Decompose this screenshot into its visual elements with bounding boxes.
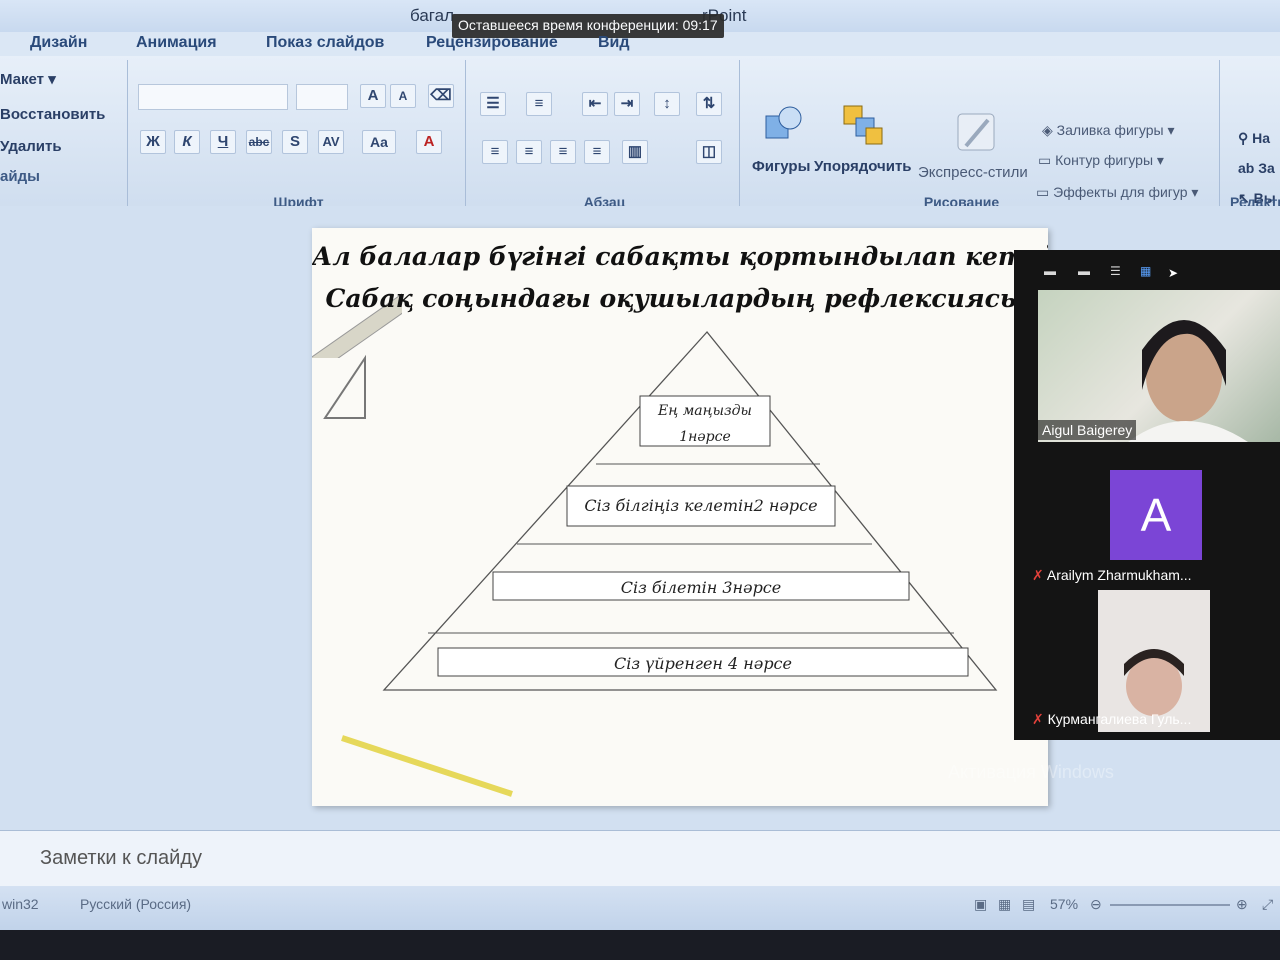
increase-indent-icon[interactable]: ⇥ (614, 92, 640, 116)
shrink-font-button[interactable]: A (390, 84, 416, 108)
video-toolbar: ▬ ▬ ☰ ▦ ➤ (1014, 250, 1280, 290)
align-left-icon[interactable]: ≡ (482, 140, 508, 164)
justify-icon[interactable]: ≡ (584, 140, 610, 164)
video-panel: ▬ ▬ ☰ ▦ ➤ Aigul Baigerey A ✗ Arailym Zha… (1014, 250, 1280, 740)
grow-font-button[interactable]: A (360, 84, 386, 108)
participant-name-1: Aigul Baigerey (1038, 420, 1137, 440)
tab-slideshow[interactable]: Показ слайдов (266, 34, 384, 52)
pyramid-level-4: Сіз үйренген 4 нәрсе (614, 654, 792, 673)
participant-avatar-2: A (1110, 470, 1202, 560)
clear-format-icon[interactable]: ⌫ (428, 84, 454, 108)
arrange-button[interactable]: Упорядочить (814, 158, 912, 175)
decrease-indent-icon[interactable]: ⇤ (582, 92, 608, 116)
tab-animation[interactable]: Анимация (136, 34, 217, 52)
char-spacing-button[interactable]: AV (318, 130, 344, 154)
participant-name-2: ✗ Arailym Zharmukham... (1032, 567, 1192, 583)
font-color-button[interactable]: A (416, 130, 442, 154)
shapes-button[interactable]: Фигуры (752, 158, 810, 175)
paragraph-group: ☰ ≡ ⇤ ⇥ ↕ ⇅ ≡ ≡ ≡ ≡ ▥ ◫ Абзац (470, 60, 740, 218)
layout-button[interactable]: Макет ▾ (0, 70, 56, 88)
pyramid-level-2: Сіз білгіңіз келетін2 нәрсе (584, 496, 818, 515)
shape-fill-button[interactable]: ◈ Заливка фигуры ▾ (1042, 122, 1175, 139)
shapes-icon[interactable] (760, 102, 806, 148)
columns-icon[interactable]: ▥ (622, 140, 648, 164)
strikethrough-button[interactable]: abc (246, 130, 272, 154)
bullets-icon[interactable]: ☰ (480, 92, 506, 116)
slides-group: Макет ▾ Восстановить Удалить айды (0, 60, 128, 218)
tab-design[interactable]: Дизайн (30, 34, 87, 52)
quick-styles-button[interactable]: Экспресс-стили (918, 164, 1028, 181)
font-name-select[interactable] (138, 84, 288, 110)
slide-sorter-icon[interactable]: ▦ (998, 896, 1011, 913)
find-button[interactable]: ⚲ На (1238, 130, 1270, 147)
numbering-icon[interactable]: ≡ (526, 92, 552, 116)
zoom-out-icon[interactable]: ⊖ (1090, 896, 1102, 913)
delete-button[interactable]: Удалить (0, 138, 62, 155)
reset-button[interactable]: Восстановить (0, 106, 105, 123)
notes-pane[interactable]: Заметки к слайду (0, 830, 1280, 886)
participant-name-3: ✗ Курмангалиева Гуль... (1032, 711, 1192, 727)
quick-styles-icon[interactable] (954, 110, 1000, 156)
status-bar: win32 Русский (Россия) ▣ ▦ ▤ 57% ⊖ ⊕ ⤢ (0, 886, 1280, 930)
single-view-icon[interactable]: ▬ (1078, 264, 1090, 278)
smartart-icon[interactable]: ◫ (696, 140, 722, 164)
notes-placeholder: Заметки к слайду (40, 847, 202, 869)
zoom-in-icon[interactable]: ⊕ (1236, 896, 1248, 913)
zoom-slider[interactable] (1110, 904, 1230, 906)
bold-button[interactable]: Ж (140, 130, 166, 154)
tab-view[interactable]: Вид (598, 34, 630, 52)
screen: багал rPoint Оставшееся время конференции… (0, 0, 1280, 930)
pyramid-level-3: Сіз білетін 3нәрсе (620, 578, 782, 597)
font-size-select[interactable] (296, 84, 348, 110)
font-group: A A ⌫ Ж К Ч abc S AV Aa A Шрифт (132, 60, 466, 218)
mic-off-icon: ✗ (1032, 567, 1044, 583)
align-center-icon[interactable]: ≡ (516, 140, 542, 164)
change-case-button[interactable]: Aa (362, 130, 396, 154)
ribbon: Макет ▾ Восстановить Удалить айды A A ⌫ … (0, 56, 1280, 224)
participant-tile-2[interactable]: A ✗ Arailym Zharmukham... (1028, 448, 1280, 588)
grid-view-icon[interactable]: ▦ (1140, 264, 1151, 278)
arrange-icon[interactable] (840, 102, 886, 148)
align-right-icon[interactable]: ≡ (550, 140, 576, 164)
list-view-icon[interactable]: ☰ (1110, 264, 1121, 278)
status-language[interactable]: Русский (Россия) (80, 896, 191, 912)
mouse-cursor-icon: ➤ (1168, 266, 1179, 280)
pyramid-diagram (382, 330, 998, 691)
slides-group-label: айды (0, 168, 40, 185)
mic-off-icon: ✗ (1032, 711, 1044, 727)
minimize-icon[interactable]: ▬ (1044, 264, 1056, 278)
participant-tile-3[interactable]: ✗ Курмангалиева Гуль... (1028, 590, 1280, 732)
shape-outline-button[interactable]: ▭ Контур фигуры ▾ (1038, 152, 1164, 169)
text-direction-icon[interactable]: ⇅ (696, 92, 722, 116)
windows-activation-watermark: Активация Windows (948, 762, 1114, 782)
tab-review[interactable]: Рецензирование (426, 34, 558, 52)
normal-view-icon[interactable]: ▣ (974, 896, 987, 913)
replace-button[interactable]: ab За (1238, 160, 1275, 176)
line-spacing-icon[interactable]: ↕ (654, 92, 680, 116)
fit-window-icon[interactable]: ⤢ (1262, 896, 1273, 913)
status-left: win32 (2, 896, 39, 912)
drawing-group: Фигуры Упорядочить Экспресс-стили ◈ Зали… (744, 60, 1220, 218)
editing-group: ⚲ На ab За ↖ Вы Редакти (1224, 60, 1280, 218)
underline-button[interactable]: Ч (210, 130, 236, 154)
italic-button[interactable]: К (174, 130, 200, 154)
slideshow-icon[interactable]: ▤ (1022, 896, 1035, 913)
pyramid-level-1: Ең маңызды 1нәрсе (658, 403, 752, 445)
participant-tile-1[interactable]: Aigul Baigerey (1038, 290, 1280, 442)
slide-canvas[interactable]: Ал балалар бүгінгі сабақты қортындылап к… (312, 228, 1048, 806)
zoom-level[interactable]: 57% (1050, 896, 1078, 912)
shadow-button[interactable]: S (282, 130, 308, 154)
